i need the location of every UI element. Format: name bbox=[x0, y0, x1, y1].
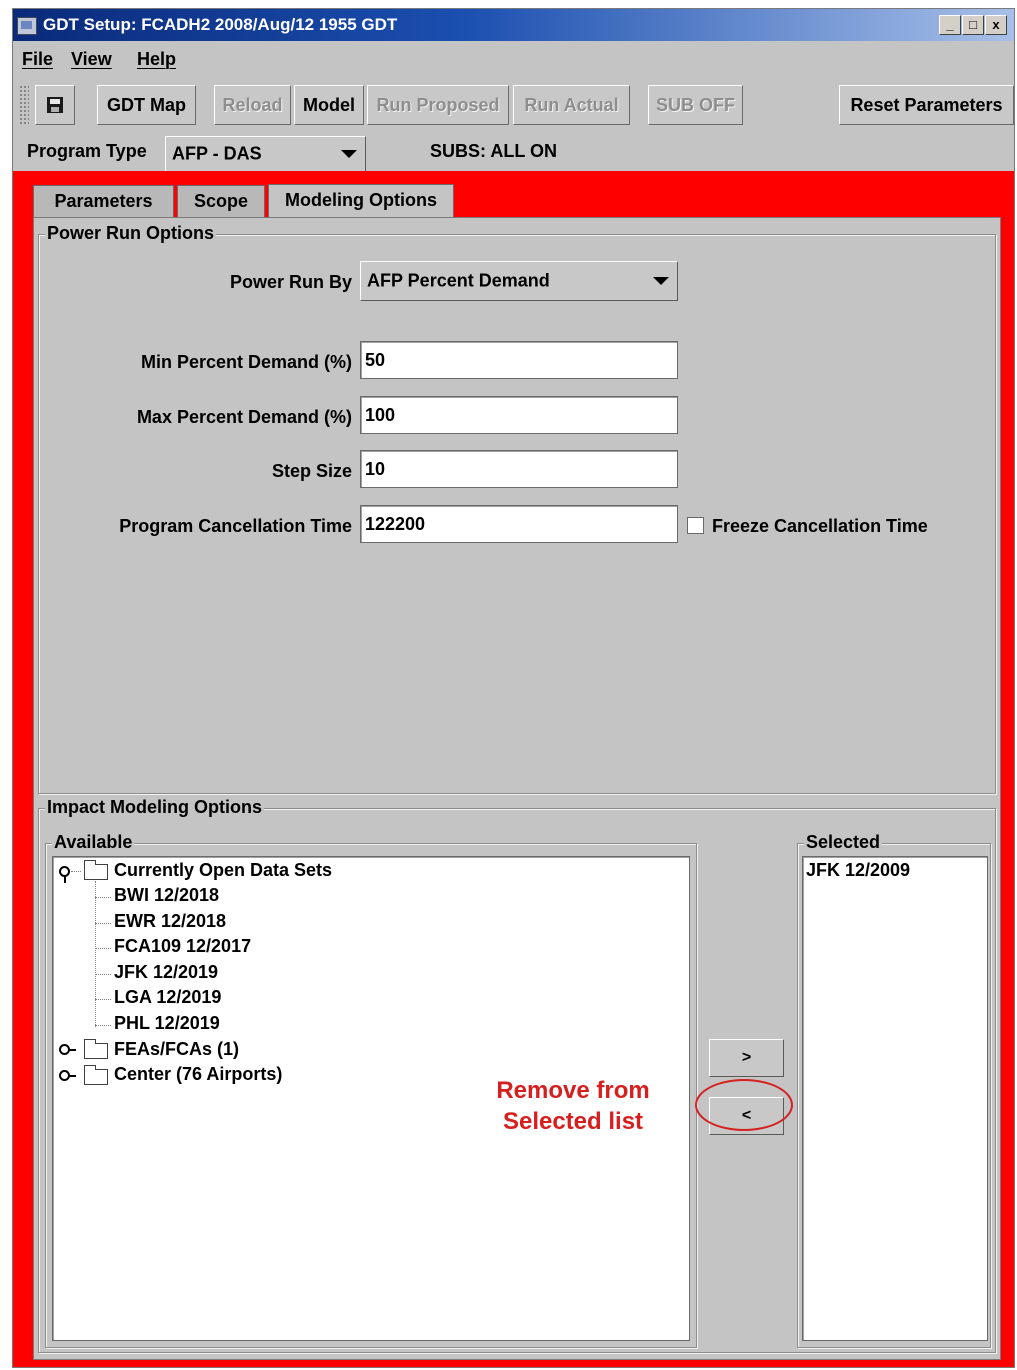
tree-connector bbox=[95, 897, 111, 898]
program-type-label: Program Type bbox=[27, 141, 147, 161]
tree-node-dataset[interactable]: EWR 12/2018 bbox=[114, 911, 226, 932]
power-run-by-label: Power Run By bbox=[229, 272, 352, 292]
tree-connector bbox=[95, 881, 96, 1027]
menu-view[interactable]: View bbox=[71, 49, 112, 70]
tree-connector bbox=[95, 923, 111, 924]
minimize-button[interactable]: _ bbox=[939, 15, 961, 35]
close-button[interactable]: x bbox=[985, 15, 1007, 35]
menu-bar: File View Help bbox=[13, 43, 1014, 73]
tree-node-dataset[interactable]: LGA 12/2019 bbox=[114, 987, 221, 1008]
tree-connector bbox=[95, 974, 111, 975]
max-percent-input[interactable] bbox=[360, 396, 678, 434]
reload-button[interactable]: Reload bbox=[214, 85, 291, 125]
tree-node-dataset[interactable]: BWI 12/2018 bbox=[114, 885, 219, 906]
tree-node-dataset[interactable]: PHL 12/2019 bbox=[114, 1013, 220, 1034]
add-to-selected-button[interactable]: > bbox=[709, 1039, 784, 1077]
tree-node-feas-fcas[interactable]: FEAs/FCAs (1) bbox=[114, 1039, 239, 1060]
freeze-cancellation-checkbox[interactable] bbox=[687, 517, 704, 534]
app-icon bbox=[17, 17, 37, 35]
tab-modeling-options[interactable]: Modeling Options bbox=[268, 184, 454, 218]
annotation-text: Remove from Selected list bbox=[473, 1075, 673, 1137]
collapsed-handle-icon[interactable] bbox=[59, 1044, 76, 1055]
selected-group: Selected JFK 12/2009 bbox=[797, 832, 991, 1348]
step-size-label: Step Size bbox=[271, 461, 352, 481]
model-button[interactable]: Model bbox=[294, 85, 364, 125]
program-type-value: AFP - DAS bbox=[172, 143, 262, 164]
run-actual-button[interactable]: Run Actual bbox=[513, 85, 630, 125]
folder-icon bbox=[84, 1065, 108, 1085]
chevron-down-icon bbox=[653, 277, 669, 285]
impact-modeling-options-title: Impact Modeling Options bbox=[45, 797, 264, 818]
collapsed-handle-icon[interactable] bbox=[59, 1070, 76, 1081]
tree-node-center[interactable]: Center (76 Airports) bbox=[114, 1064, 282, 1085]
freeze-cancellation-label: Freeze Cancellation Time bbox=[712, 516, 928, 536]
power-run-by-select[interactable]: AFP Percent Demand bbox=[360, 261, 678, 301]
annotation-line-2: Selected list bbox=[502, 1108, 644, 1135]
tree-connector bbox=[95, 999, 111, 1000]
tree-connector bbox=[95, 948, 111, 949]
tab-scope[interactable]: Scope bbox=[177, 185, 265, 217]
selected-list[interactable]: JFK 12/2009 bbox=[802, 856, 988, 1341]
annotation-line-1: Remove from bbox=[496, 1077, 650, 1104]
window-title: GDT Setup: FCADH2 2008/Aug/12 1955 GDT bbox=[43, 15, 398, 34]
program-type-row: Program Type AFP - DAS SUBS: ALL ON bbox=[13, 135, 1014, 172]
reset-parameters-button[interactable]: Reset Parameters bbox=[839, 85, 1014, 125]
save-icon bbox=[47, 97, 63, 113]
folder-icon bbox=[84, 1039, 108, 1059]
sub-off-button[interactable]: SUB OFF bbox=[648, 85, 743, 125]
program-type-select[interactable]: AFP - DAS bbox=[165, 136, 366, 172]
available-title: Available bbox=[52, 832, 135, 853]
list-item[interactable]: JFK 12/2009 bbox=[806, 860, 910, 881]
tree-node-dataset[interactable]: JFK 12/2019 bbox=[114, 962, 218, 983]
selected-title: Selected bbox=[804, 832, 883, 853]
save-button[interactable] bbox=[35, 85, 75, 125]
gdt-map-button[interactable]: GDT Map bbox=[97, 85, 196, 125]
subs-status: SUBS: ALL ON bbox=[430, 141, 558, 161]
gdt-setup-window: GDT Setup: FCADH2 2008/Aug/12 1955 GDT _… bbox=[12, 8, 1015, 1368]
power-run-options-group: Power Run Options Power Run By AFP Perce… bbox=[38, 223, 996, 794]
menu-help[interactable]: Help bbox=[137, 49, 176, 70]
tree-connector bbox=[95, 1025, 111, 1026]
min-percent-label: Min Percent Demand (%) bbox=[140, 352, 352, 372]
step-size-input[interactable] bbox=[360, 450, 678, 488]
annotation-circle bbox=[695, 1079, 793, 1131]
max-percent-label: Max Percent Demand (%) bbox=[136, 407, 352, 427]
run-proposed-button[interactable]: Run Proposed bbox=[367, 85, 509, 125]
toolbar: GDT Map Reload Model Run Proposed Run Ac… bbox=[13, 75, 1014, 135]
power-run-options-title: Power Run Options bbox=[45, 223, 217, 244]
maximize-button[interactable]: □ bbox=[962, 15, 984, 35]
cancellation-time-label: Program Cancellation Time bbox=[119, 516, 352, 536]
tab-parameters[interactable]: Parameters bbox=[33, 185, 174, 217]
modeling-options-panel: Power Run Options Power Run By AFP Perce… bbox=[33, 217, 1001, 1360]
expanded-handle-icon[interactable] bbox=[59, 866, 70, 883]
cancellation-time-input[interactable] bbox=[360, 505, 678, 543]
folder-icon bbox=[84, 860, 108, 880]
min-percent-input[interactable] bbox=[360, 341, 678, 379]
title-bar[interactable]: GDT Setup: FCADH2 2008/Aug/12 1955 GDT _… bbox=[13, 9, 1014, 41]
chevron-down-icon bbox=[341, 150, 357, 158]
menu-file[interactable]: File bbox=[22, 49, 53, 70]
tree-node-open-data-sets[interactable]: Currently Open Data Sets bbox=[114, 860, 332, 881]
tree-connector bbox=[71, 871, 81, 872]
tree-node-dataset[interactable]: FCA109 12/2017 bbox=[114, 936, 251, 957]
toolbar-grip[interactable] bbox=[19, 85, 29, 125]
power-run-by-value: AFP Percent Demand bbox=[367, 270, 550, 291]
